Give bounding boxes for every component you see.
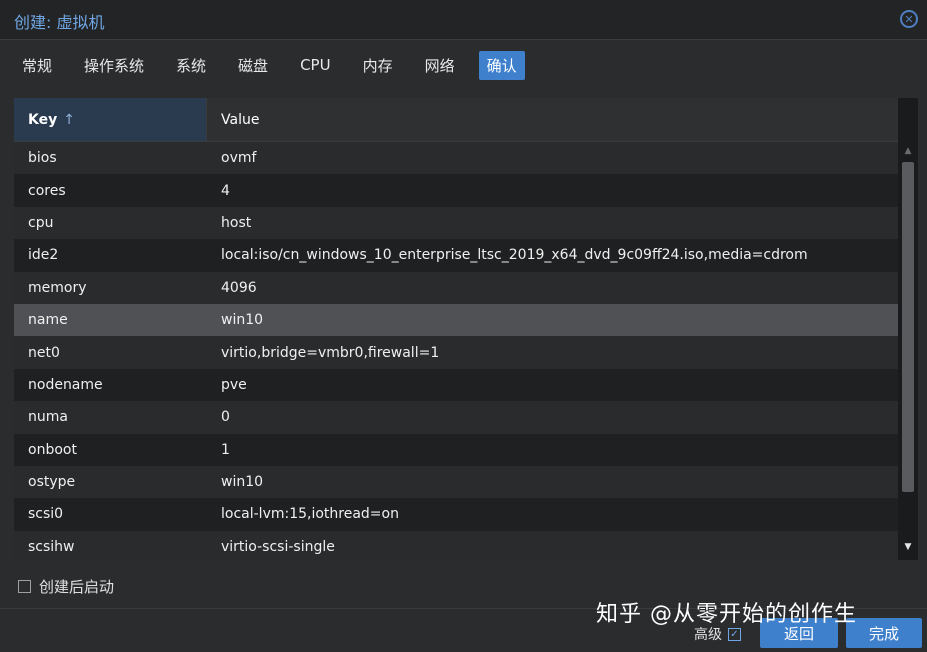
cell-value: local:iso/cn_windows_10_enterprise_ltsc_… [221,247,808,264]
cell-value: 0 [221,409,230,426]
grid-header: Key ↑ Value [14,98,898,142]
cell-key: scsihw [28,538,75,555]
advanced-label: 高级 [694,627,722,643]
column-header-value-label: Value [221,111,260,128]
table-row[interactable]: scsi0 local-lvm:15,iothread=on [14,498,898,531]
wizard-tabs: 常规 操作系统 系统 磁盘 CPU 内存 网络 确认 [14,50,541,80]
tab-os[interactable]: 操作系统 [76,51,152,80]
vertical-scrollbar[interactable]: ▲ ▼ [898,98,918,560]
start-after-create-checkbox[interactable] [18,580,31,593]
tab-memory[interactable]: 内存 [355,51,401,80]
cell-value: host [221,214,252,231]
title-bar: 创建: 虚拟机 ✕ [0,0,927,40]
start-after-create[interactable]: 创建后启动 [18,576,114,597]
table-row[interactable]: onboot 1 [14,433,898,466]
column-header-key-label: Key [28,111,58,128]
tab-cpu[interactable]: CPU [292,52,339,78]
cell-key: cpu [28,214,54,231]
tab-network[interactable]: 网络 [417,51,463,80]
table-row[interactable]: cores 4 [14,174,898,207]
grid-rows: bios ovmf cores 4 cpu host ide2 local:iso/cn… [14,142,898,560]
create-vm-dialog: 创建: 虚拟机 ✕ 常规 操作系统 系统 磁盘 CPU 内存 网络 确认 Key… [0,0,927,652]
cell-key: nodename [28,376,103,393]
table-row[interactable]: numa 0 [14,401,898,434]
dialog-title: 创建: 虚拟机 [14,13,105,32]
table-row[interactable]: ostype win10 [14,465,898,499]
start-after-create-label: 创建后启动 [39,578,115,596]
table-row[interactable]: memory 4096 [14,271,898,304]
table-row[interactable]: nodename pve [14,368,898,402]
cell-key: ide2 [28,247,59,264]
scroll-up-icon[interactable]: ▲ [898,142,918,160]
cell-key: name [28,312,68,329]
cell-value: win10 [221,474,264,491]
finish-button[interactable]: 完成 [846,618,922,648]
cell-value: pve [221,376,247,393]
footer-divider [0,608,927,609]
table-row[interactable]: scsihw virtio-scsi-single [14,530,898,560]
cell-value: virtio-scsi-single [221,538,335,555]
table-row[interactable]: net0 virtio,bridge=vmbr0,firewall=1 [14,336,898,369]
config-grid: Key ↑ Value bios ovmf cores 4 cpu host ide2… [14,98,918,560]
cell-value: 1 [221,441,230,458]
cell-key: memory [28,279,87,296]
table-row-selected[interactable]: name win10 [14,303,898,337]
cell-value: ovmf [221,150,257,167]
tab-general[interactable]: 常规 [14,51,60,80]
tab-system[interactable]: 系统 [168,51,214,80]
column-header-key[interactable]: Key ↑ [14,98,207,141]
close-icon[interactable]: ✕ [900,10,918,28]
sort-ascending-icon: ↑ [63,111,75,128]
cell-value: win10 [221,312,264,329]
cell-value: local-lvm:15,iothread=on [221,506,399,523]
cell-key: scsi0 [28,506,64,523]
table-row[interactable]: cpu host [14,206,898,240]
advanced-toggle[interactable]: 高级 ✓ [694,624,741,644]
scrollbar-thumb[interactable] [902,162,914,492]
table-row[interactable]: bios ovmf [14,142,898,175]
cell-key: net0 [28,344,60,361]
cell-key: cores [28,182,66,199]
tab-disk[interactable]: 磁盘 [230,51,276,80]
cell-value: 4096 [221,279,257,296]
cell-value: 4 [221,182,230,199]
cell-value: virtio,bridge=vmbr0,firewall=1 [221,344,440,361]
cell-key: numa [28,409,68,426]
column-header-value[interactable]: Value [207,98,898,141]
tab-confirm[interactable]: 确认 [478,50,525,80]
cell-key: ostype [28,474,76,491]
cell-key: bios [28,150,57,167]
scroll-down-icon[interactable]: ▼ [898,538,918,556]
back-button[interactable]: 返回 [760,618,838,648]
cell-key: onboot [28,441,77,458]
advanced-checkbox[interactable]: ✓ [728,627,741,641]
table-row[interactable]: ide2 local:iso/cn_windows_10_enterprise_l… [14,239,898,272]
